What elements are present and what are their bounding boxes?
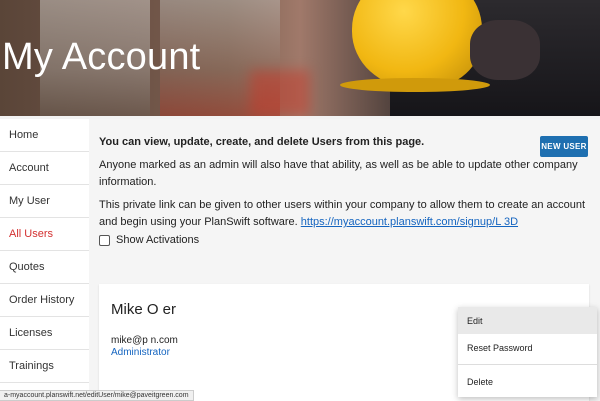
show-activations-checkbox[interactable] — [99, 234, 110, 246]
sidebar-item-trainings[interactable]: Trainings — [0, 350, 89, 383]
user-email: mike@p n.com — [111, 335, 178, 346]
page-title: My Account — [2, 36, 201, 78]
sidebar-item-home[interactable]: Home — [0, 119, 89, 152]
sidebar-item-order-history[interactable]: Order History — [0, 284, 89, 317]
user-role: Administrator — [111, 347, 170, 358]
sidebar-item-all-users[interactable]: All Users — [0, 218, 89, 251]
hand-image — [470, 20, 540, 80]
show-activations-toggle[interactable]: Show Activations — [99, 234, 199, 246]
sidebar-item-account[interactable]: Account — [0, 152, 89, 185]
intro-heading: You can view, update, create, and delete… — [99, 136, 425, 148]
status-bar-url: a-myaccount.planswift.net/editUser/mike@… — [0, 390, 194, 401]
menu-divider — [458, 364, 597, 365]
menu-item-delete[interactable]: Delete — [458, 368, 597, 395]
user-actions-menu: Edit Reset Password Delete — [458, 307, 597, 397]
header-banner: My Account — [0, 0, 600, 116]
private-link-note: This private link can be given to other … — [99, 197, 589, 231]
hard-hat-image — [352, 0, 482, 88]
banner-background — [250, 70, 310, 116]
intro-text: You can view, update, create, and delete… — [99, 134, 589, 237]
admin-note: Anyone marked as an admin will also have… — [99, 159, 578, 188]
menu-item-edit[interactable]: Edit — [458, 307, 597, 334]
sidebar-item-licenses[interactable]: Licenses — [0, 317, 89, 350]
signup-link[interactable]: https://myaccount.planswift.com/signup/L… — [301, 216, 518, 228]
sidebar: Home Account My User All Users Quotes Or… — [0, 119, 89, 390]
sidebar-item-my-user[interactable]: My User — [0, 185, 89, 218]
show-activations-label: Show Activations — [116, 234, 200, 246]
hard-hat-brim — [340, 78, 490, 92]
menu-item-reset-password[interactable]: Reset Password — [458, 334, 597, 361]
user-name: Mike O er — [111, 301, 177, 318]
new-user-button[interactable]: NEW USER — [540, 136, 588, 157]
sidebar-item-quotes[interactable]: Quotes — [0, 251, 89, 284]
